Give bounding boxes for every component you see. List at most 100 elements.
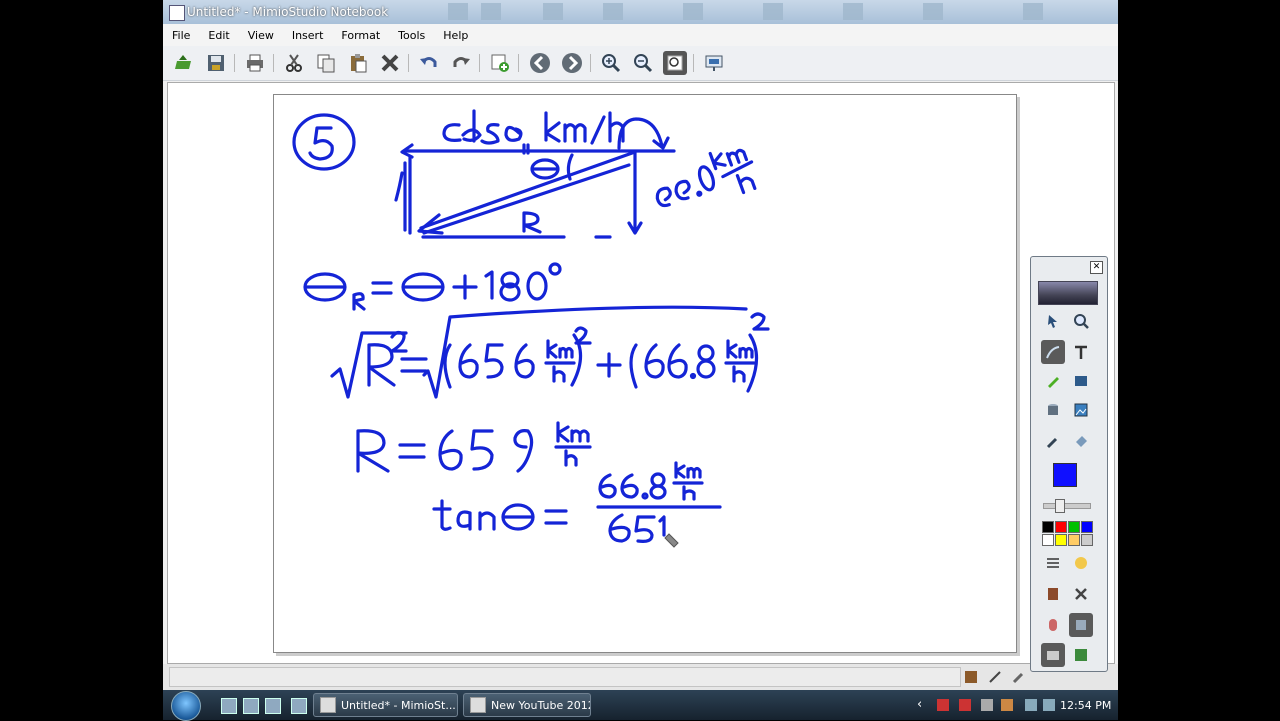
current-color-swatch[interactable] (1053, 463, 1077, 487)
toolbar-separator (590, 54, 591, 72)
quick-launch-icon[interactable] (221, 698, 237, 714)
presentation-icon[interactable] (702, 51, 726, 75)
blurred-icon (543, 3, 563, 20)
screen-tools-icon[interactable] (1069, 582, 1093, 606)
tray-icon[interactable] (981, 699, 993, 711)
color-orange[interactable] (1068, 534, 1080, 546)
color-red[interactable] (1055, 521, 1067, 533)
status-bar (163, 664, 1118, 690)
delete-icon[interactable] (378, 51, 402, 75)
thickness-slider[interactable] (1043, 503, 1091, 509)
menu-view[interactable]: View (239, 29, 283, 42)
quick-launch-icon[interactable] (265, 698, 281, 714)
quick-launch-icon[interactable] (291, 698, 307, 714)
blurred-icon (603, 3, 623, 20)
image-tool-icon[interactable] (1069, 398, 1093, 422)
notebook-page[interactable] (273, 94, 1017, 653)
toolbar-separator (408, 54, 409, 72)
menu-edit[interactable]: Edit (199, 29, 238, 42)
tray-icon[interactable] (959, 699, 971, 711)
menu-format[interactable]: Format (332, 29, 389, 42)
color-yellow[interactable] (1055, 534, 1067, 546)
tray-icon[interactable] (1001, 699, 1013, 711)
menu-bar: File Edit View Insert Format Tools Help (163, 24, 1118, 46)
blurred-icon (763, 3, 783, 20)
tray-expand-icon[interactable]: ‹ (917, 697, 922, 712)
line-style-icon[interactable] (1041, 551, 1065, 575)
canvas-area[interactable] (167, 82, 1115, 664)
blurred-icon (843, 3, 863, 20)
tools-palette: ✕ (1030, 256, 1108, 672)
handwritten-work (292, 109, 770, 543)
previous-page-icon[interactable] (528, 51, 552, 75)
start-button[interactable] (171, 691, 201, 721)
redo-icon[interactable] (449, 51, 473, 75)
highlighter-tool-icon[interactable] (1041, 369, 1065, 393)
color-black[interactable] (1042, 521, 1054, 533)
menu-file[interactable]: File (163, 29, 199, 42)
copy-icon[interactable] (314, 51, 338, 75)
pen-cursor-icon (664, 533, 679, 548)
print-icon[interactable] (243, 51, 267, 75)
color-blue[interactable] (1081, 521, 1093, 533)
quick-launch-icon[interactable] (243, 698, 259, 714)
menu-insert[interactable]: Insert (283, 29, 333, 42)
gallery-icon[interactable] (1041, 582, 1065, 606)
shape-tool-icon[interactable] (1069, 369, 1093, 393)
fill-style-icon[interactable] (1069, 551, 1093, 575)
zoom-tool-icon[interactable] (1069, 309, 1093, 333)
launch-icon[interactable] (1069, 643, 1093, 667)
taskbar-item-video[interactable]: New YouTube 2012 (463, 693, 591, 717)
palette-close-icon[interactable]: ✕ (1090, 261, 1103, 274)
select-tool-icon[interactable] (1041, 309, 1065, 333)
pen-tool-icon[interactable] (1041, 340, 1065, 364)
menu-help[interactable]: Help (434, 29, 477, 42)
status-tool-icon[interactable] (962, 668, 980, 686)
add-page-icon[interactable] (488, 51, 512, 75)
spotlight-icon[interactable] (1069, 613, 1093, 637)
network-icon[interactable] (1025, 699, 1037, 711)
next-page-icon[interactable] (560, 51, 584, 75)
window-title: Untitled* - MimioStudio Notebook (187, 5, 389, 19)
cut-icon[interactable] (282, 51, 306, 75)
toolbar-separator (518, 54, 519, 72)
color-white[interactable] (1042, 534, 1054, 546)
color-gray[interactable] (1081, 534, 1093, 546)
status-wrench-icon[interactable] (1010, 668, 1028, 686)
recording-icon[interactable] (1041, 643, 1065, 667)
handwriting-canvas (292, 109, 770, 548)
toolbar-separator (273, 54, 274, 72)
taskbar-item-notebook[interactable]: Untitled* - MimioSt... (313, 693, 458, 717)
status-pen-icon[interactable] (986, 668, 1004, 686)
fill-tool-icon[interactable] (1069, 429, 1093, 453)
save-icon[interactable] (204, 51, 228, 75)
toolbar-separator (479, 54, 480, 72)
app-icon (169, 5, 185, 21)
volume-icon[interactable] (1043, 699, 1055, 711)
menu-tools[interactable]: Tools (389, 29, 434, 42)
palette-preview (1038, 281, 1098, 305)
eraser-tool-icon[interactable] (1041, 398, 1065, 422)
clock[interactable]: 12:54 PM (1060, 699, 1111, 712)
notebook-app-icon (320, 697, 336, 713)
dropper-tool-icon[interactable] (1041, 429, 1065, 453)
zoom-out-icon[interactable] (631, 51, 655, 75)
color-green[interactable] (1068, 521, 1080, 533)
open-icon[interactable] (171, 51, 195, 75)
blurred-icon (683, 3, 703, 20)
main-toolbar (163, 46, 1118, 81)
paste-icon[interactable] (346, 51, 370, 75)
notebook-window: Untitled* - MimioStudio Notebook File Ed… (163, 0, 1118, 690)
blurred-icon (481, 3, 501, 20)
thickness-slider-handle[interactable] (1055, 499, 1065, 513)
blurred-icon (1023, 3, 1043, 20)
blurred-icon (448, 3, 468, 20)
fit-page-icon[interactable] (663, 51, 687, 75)
tray-icon[interactable] (937, 699, 949, 711)
zoom-in-icon[interactable] (599, 51, 623, 75)
reveal-icon[interactable] (1041, 613, 1065, 637)
text-tool-icon[interactable] (1069, 340, 1093, 364)
undo-icon[interactable] (417, 51, 441, 75)
title-bar[interactable]: Untitled* - MimioStudio Notebook (163, 0, 1118, 24)
toolbar-separator (693, 54, 694, 72)
